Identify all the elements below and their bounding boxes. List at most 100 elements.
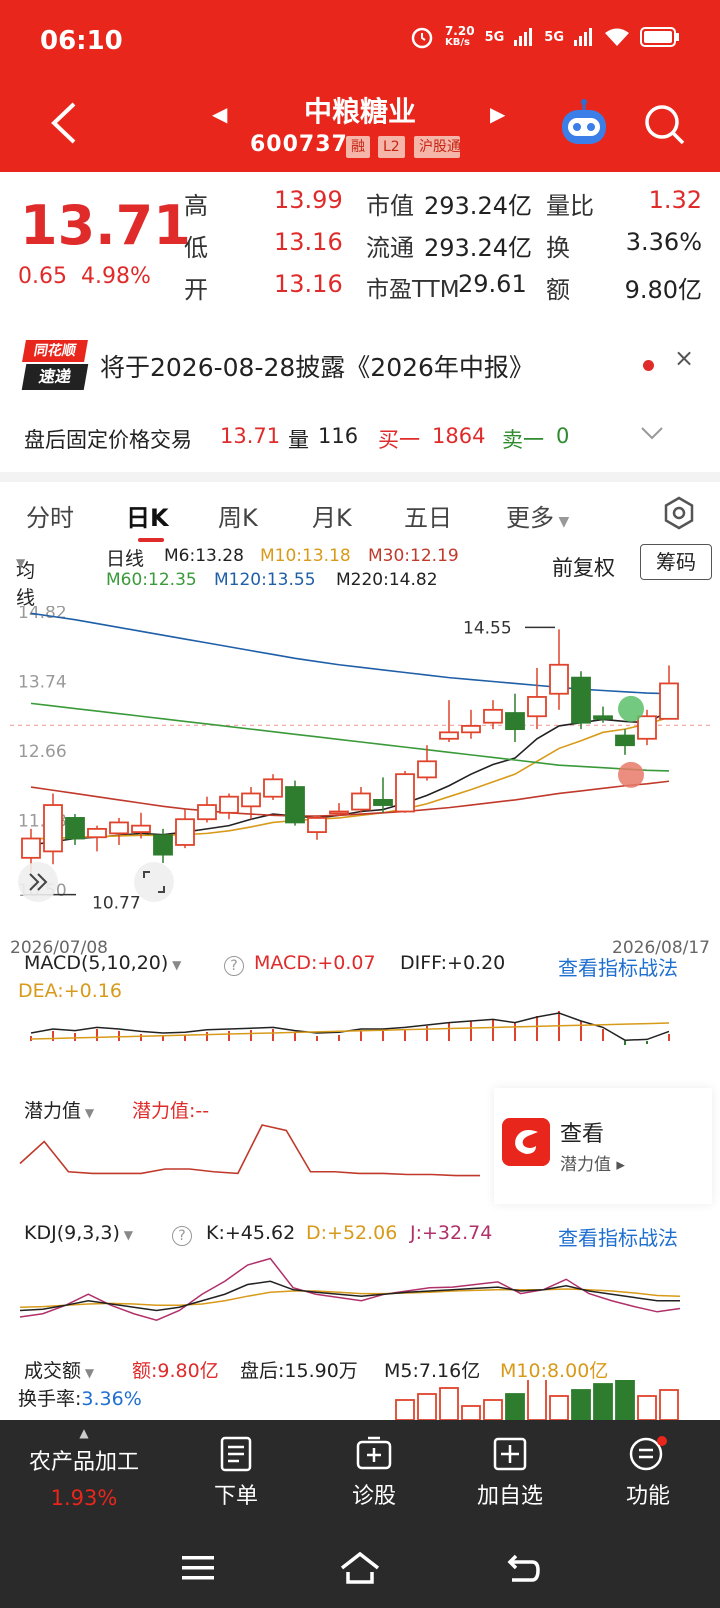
macd-strategy-link[interactable]: 查看指标战法 — [558, 952, 678, 981]
value-pe: 29.61 — [458, 270, 527, 298]
kdj-strategy-link[interactable]: 查看指标战法 — [558, 1222, 678, 1251]
fullscreen-icon — [134, 862, 174, 902]
next-stock-icon[interactable]: ▶ — [490, 102, 505, 126]
tag-margin: 融 — [346, 136, 370, 158]
tab-intraday[interactable]: 分时 — [26, 498, 74, 533]
volume-chart[interactable] — [0, 1380, 720, 1420]
chart-tabs: 分时 日K 周K 月K 五日 更多 ▼ — [0, 490, 720, 550]
robot-assistant-icon[interactable] — [558, 98, 610, 150]
candle-body — [549, 663, 569, 695]
ma-m30: M30:12.19 — [368, 546, 459, 566]
kdj-chart[interactable] — [0, 1250, 720, 1340]
diagnose-button[interactable]: 诊股 — [330, 1420, 418, 1530]
candle-body — [483, 708, 503, 724]
tab-five-day[interactable]: 五日 — [404, 498, 452, 533]
diagnose-icon — [356, 1436, 392, 1470]
signal-bars-icon-2 — [574, 28, 592, 46]
candle — [351, 787, 371, 813]
potential-promo-card[interactable]: 查看 潜力值 ▸ — [494, 1088, 712, 1204]
label-open: 开 — [184, 276, 208, 304]
adjust-mode[interactable]: 前复权 — [552, 552, 615, 582]
candle-body — [659, 682, 679, 720]
order-button[interactable]: 下单 — [192, 1420, 280, 1530]
label-mktcap: 市值 — [366, 192, 414, 220]
status-bar: 06:10 7.20 KB/s 5G 5G — [0, 0, 720, 80]
function-button[interactable]: 功能 — [604, 1420, 692, 1530]
candle — [109, 817, 129, 845]
menu-icon[interactable] — [180, 1554, 216, 1582]
tab-daily-k[interactable]: 日K — [126, 498, 169, 533]
candle — [439, 700, 459, 742]
candle — [527, 667, 547, 730]
candle-body — [21, 837, 41, 859]
volume-bar — [505, 1393, 525, 1420]
kdj-title[interactable]: KDJ(9,3,3) ▼ — [24, 1222, 133, 1244]
ma-m60: M60:12.35 — [106, 570, 197, 590]
sector-button[interactable]: ▲ 农产品加工 1.93% — [0, 1420, 168, 1530]
label-vol-ratio: 量比 — [546, 192, 594, 220]
home-icon[interactable] — [338, 1550, 382, 1586]
value-float: 293.24亿 — [424, 234, 532, 262]
bid-label: 买一 — [378, 428, 420, 452]
volume-bar — [461, 1405, 481, 1420]
candle — [65, 814, 85, 845]
tab-monthly-k[interactable]: 月K — [312, 498, 352, 533]
turnover-title[interactable]: 成交额 ▼ — [24, 1356, 94, 1383]
candle — [615, 729, 635, 755]
title-row: ◀ 中粮糖业 600737 融 L2 沪股通 ▶ — [0, 84, 720, 172]
value-turnover: 3.36% — [625, 228, 702, 256]
ma-m120: M120:13.55 — [214, 570, 316, 590]
candle-body — [241, 792, 261, 808]
add-watchlist-button[interactable]: 加自选 — [460, 1420, 560, 1530]
volume-bar — [483, 1399, 503, 1420]
volume-bar — [659, 1389, 679, 1420]
candle — [285, 780, 305, 826]
search-icon[interactable] — [640, 100, 688, 148]
candle-body — [87, 827, 107, 839]
clock: 06:10 — [40, 26, 123, 56]
macd-title[interactable]: MACD(5,10,20) ▼ — [24, 952, 181, 974]
tab-weekly-k[interactable]: 周K — [218, 498, 258, 533]
macd-chart[interactable] — [0, 1005, 720, 1065]
system-nav-bar — [0, 1530, 720, 1608]
notice-text: 将于2026-08-28披露《2026年中报》 — [100, 353, 534, 382]
tag-connect: 沪股通 — [414, 136, 460, 158]
help-icon-kdj[interactable]: ? — [172, 1226, 192, 1246]
after-hours-trading[interactable]: 盘后固定价格交易 13.71 量 116 买一 1864 卖一 0 — [0, 410, 720, 470]
ma-legend: 均线 ▼ 日线 M6:13.28 M10:13.18 M30:12.19 M60… — [0, 544, 720, 609]
kline-chart[interactable]: 14.8213.7412.6611.5810.5014.5510.77 — [0, 606, 720, 932]
candle — [659, 665, 679, 720]
signal-bars-icon — [514, 28, 533, 46]
wifi-icon — [605, 28, 629, 46]
label-float: 流通 — [366, 234, 414, 262]
volume-bar — [439, 1387, 459, 1420]
label-amount: 额 — [546, 276, 570, 304]
signal-icon: 5G — [484, 29, 505, 45]
help-icon[interactable]: ? — [224, 956, 244, 976]
close-icon[interactable]: × — [674, 344, 694, 372]
tab-more[interactable]: 更多 ▼ — [506, 498, 569, 533]
candle-body — [571, 676, 591, 724]
notice-banner[interactable]: 同花顺 速递 将于2026-08-28披露《2026年中报》 × — [0, 328, 720, 408]
volume-bar — [417, 1393, 437, 1420]
candle-body — [307, 817, 327, 833]
candle-body — [153, 834, 173, 856]
candle-body — [461, 725, 481, 734]
ths-express-logo: 同花顺 速递 — [21, 340, 89, 392]
chip-button[interactable]: 筹码 — [640, 544, 712, 580]
settings-hexagon-icon[interactable] — [662, 496, 696, 530]
potential-title[interactable]: 潜力值 ▼ — [24, 1096, 94, 1123]
unread-dot — [643, 360, 654, 371]
back-nav-icon[interactable] — [504, 1552, 540, 1584]
current-price: 13.71 — [20, 194, 191, 257]
candle-body — [351, 792, 371, 811]
stock-code: 600737 — [250, 132, 348, 157]
diff-value: DIFF:+0.20 — [400, 952, 506, 974]
bottom-action-bar: ▲ 农产品加工 1.93% 下单 诊股 加自选 功能 — [0, 1420, 720, 1530]
k-value: K:+45.62 — [206, 1222, 296, 1244]
period-label: 日线 — [106, 548, 145, 570]
k-line — [19, 1280, 680, 1312]
y-tick-label: 13.74 — [18, 673, 67, 693]
chevron-down-icon[interactable] — [640, 426, 664, 440]
dragon-logo-icon — [502, 1118, 550, 1166]
